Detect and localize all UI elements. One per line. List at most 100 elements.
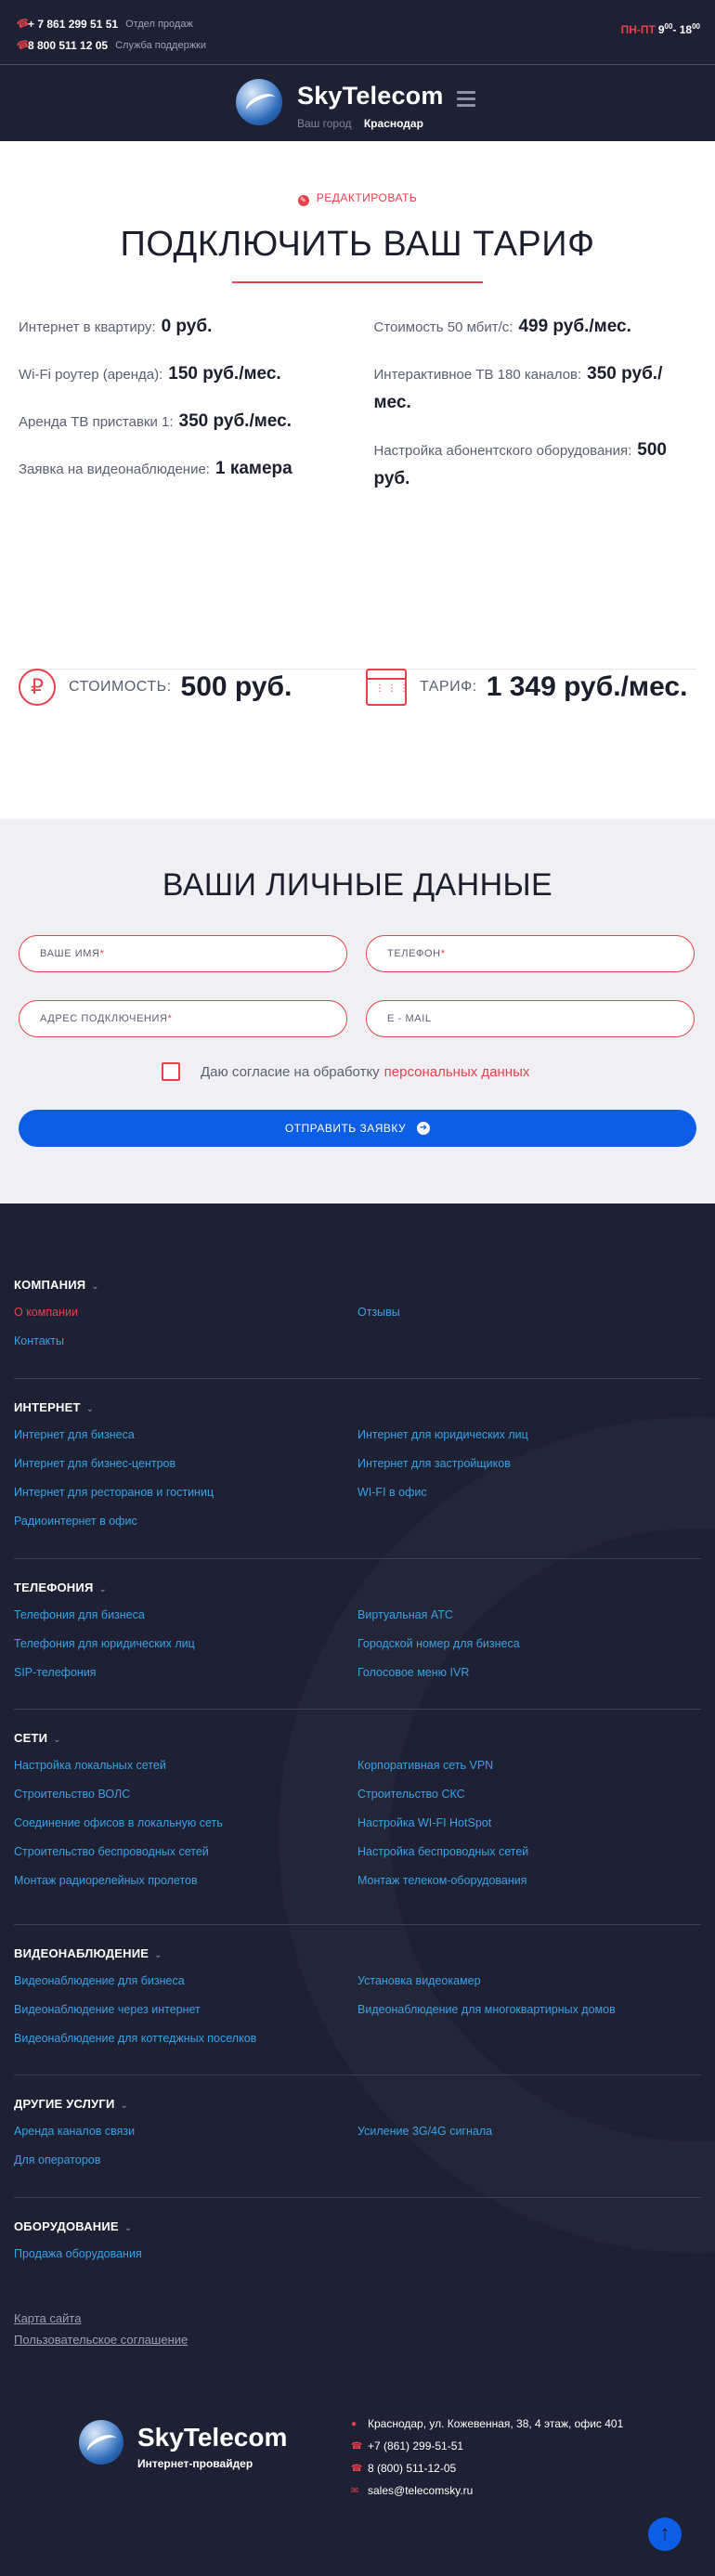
- address-field[interactable]: АДРЕС ПОДКЛЮЧЕНИЯ*: [19, 1000, 347, 1037]
- brand-name[interactable]: SkyTelecom: [297, 82, 444, 111]
- footer-section-title[interactable]: ДРУГИЕ УСЛУГИ ⌄: [14, 2097, 701, 2114]
- phone-support[interactable]: ☎ 8 800 511 12 05 Служба поддержки: [15, 34, 206, 56]
- contact-text[interactable]: +7 (861) 299-51-51: [368, 2439, 463, 2452]
- section-title-text: ВИДЕОНАБЛЮДЕНИЕ: [14, 1946, 150, 1960]
- footer-link[interactable]: Строительство беспроводных сетей: [14, 1845, 358, 1862]
- footer-link[interactable]: SIP-телефония: [14, 1666, 358, 1683]
- footer-section-title[interactable]: ОБОРУДОВАНИЕ ⌄: [14, 2219, 701, 2236]
- city-value[interactable]: Краснодар: [364, 117, 423, 130]
- location-icon: ●: [351, 2418, 358, 2429]
- email-field[interactable]: E - MAIL: [366, 1000, 695, 1037]
- services-list: Интернет в квартиру: 0 руб. Wi-Fi роутер …: [19, 313, 696, 513]
- footer-logo-globe-icon[interactable]: [79, 2420, 124, 2465]
- mail-icon: ✉: [351, 2485, 359, 2496]
- footer-link[interactable]: Телефония для бизнеса: [14, 1608, 358, 1625]
- footer-brand[interactable]: SkyTelecom: [137, 2423, 287, 2452]
- footer-section-title[interactable]: ИНТЕРНЕТ ⌄: [14, 1400, 701, 1417]
- footer-link[interactable]: Настройка беспроводных сетей: [358, 1845, 701, 1862]
- footer-divider: [14, 1378, 701, 1379]
- contact-text[interactable]: sales@telecomsky.ru: [368, 2484, 473, 2497]
- footer-link[interactable]: Усиление 3G/4G сигнала: [358, 2125, 701, 2141]
- agreement-link[interactable]: Пользовательское соглашение: [14, 2333, 701, 2347]
- name-field[interactable]: ВАШЕ ИМЯ*: [19, 935, 347, 972]
- footer-section-title[interactable]: СЕТИ ⌄: [14, 1731, 701, 1748]
- footer-link[interactable]: Контакты: [14, 1334, 358, 1351]
- working-hours: ПН-ПТ 900- 1800: [621, 22, 700, 36]
- hours-sep: - 18: [672, 23, 693, 36]
- phone-sales[interactable]: ☎ + 7 861 299 51 51 Отдел продаж: [15, 13, 206, 34]
- footer-link[interactable]: Для операторов: [14, 2153, 358, 2170]
- submit-button[interactable]: ОТПРАВИТЬ ЗАЯВКУ ➜: [19, 1110, 696, 1147]
- footer-link[interactable]: Интернет для юридических лиц: [358, 1428, 701, 1445]
- footer-link[interactable]: О компании: [14, 1306, 358, 1322]
- service-value: 0 руб.: [161, 317, 213, 336]
- footer-link[interactable]: Городской номер для бизнеса: [358, 1637, 701, 1654]
- footer-link[interactable]: Установка видеокамер: [358, 1974, 701, 1991]
- footer-link[interactable]: Монтаж радиорелейных пролетов: [14, 1874, 358, 1891]
- footer-section: ОБОРУДОВАНИЕ ⌄ Продажа оборудования: [14, 2219, 701, 2264]
- footer-divider: [14, 1558, 701, 1559]
- header: SkyTelecom Ваш город Краснодар: [0, 65, 715, 141]
- footer-link[interactable]: Интернет для бизнеса: [14, 1428, 358, 1445]
- footer-link[interactable]: Настройка локальных сетей: [14, 1759, 358, 1776]
- footer-link[interactable]: Телефония для юридических лиц: [14, 1637, 358, 1654]
- footer-link[interactable]: Отзывы: [358, 1306, 701, 1322]
- footer-link[interactable]: Виртуальная АТС: [358, 1608, 701, 1625]
- footer-link[interactable]: Видеонаблюдение для многоквартирных домо…: [358, 2003, 701, 2020]
- contact-email[interactable]: ✉ sales@telecomsky.ru: [351, 2479, 623, 2502]
- city-selector[interactable]: Ваш город Краснодар: [297, 117, 423, 130]
- menu-burger-icon[interactable]: [457, 91, 475, 111]
- contact-text[interactable]: 8 (800) 511-12-05: [368, 2462, 456, 2475]
- consent-link[interactable]: персональных данных: [384, 1064, 530, 1080]
- phone-number[interactable]: 8 800 511 12 05: [28, 39, 108, 52]
- contact-phone[interactable]: ☎ +7 (861) 299-51-51: [351, 2435, 623, 2457]
- footer-link[interactable]: Видеонаблюдение для коттеджных поселков: [14, 2032, 358, 2049]
- footer-section-title[interactable]: ВИДЕОНАБЛЮДЕНИЕ ⌄: [14, 1946, 701, 1963]
- consent-checkbox[interactable]: [162, 1062, 180, 1081]
- footer-link[interactable]: Интернет для застройщиков: [358, 1457, 701, 1474]
- phone-icon: ☎: [351, 2463, 363, 2474]
- footer-contacts: ● Краснодар, ул. Кожевенная, 38, 4 этаж, …: [351, 2413, 623, 2502]
- edit-link[interactable]: ✎ РЕДАКТИРОВАТЬ: [19, 191, 696, 206]
- phone-field[interactable]: ТЕЛЕФОН*: [366, 935, 695, 972]
- chevron-down-icon: ⌄: [154, 1950, 162, 1960]
- footer-link[interactable]: Видеонаблюдение через интернет: [14, 2003, 358, 2020]
- service-label: Интерактивное ТВ 180 каналов:: [373, 367, 582, 383]
- footer-link[interactable]: Корпоративная сеть VPN: [358, 1759, 701, 1776]
- service-item: Аренда ТВ приставки 1: 350 руб./мес.: [19, 408, 342, 436]
- phone-number[interactable]: + 7 861 299 51 51: [28, 18, 118, 31]
- tariff-section: ✎ РЕДАКТИРОВАТЬ ПОДКЛЮЧИТЬ ВАШ ТАРИФ Инте…: [0, 141, 715, 676]
- footer-link[interactable]: Продажа оборудования: [14, 2247, 358, 2264]
- footer-section-title[interactable]: КОМПАНИЯ ⌄: [14, 1278, 701, 1295]
- footer-link[interactable]: Настройка WI-FI HotSpot: [358, 1816, 701, 1833]
- service-value: 499 руб./мес.: [518, 317, 631, 336]
- contact-phone[interactable]: ☎ 8 (800) 511-12-05: [351, 2457, 623, 2479]
- field-label: АДРЕС ПОДКЛЮЧЕНИЯ: [40, 1013, 168, 1024]
- footer-link[interactable]: Интернет для ресторанов и гостиниц: [14, 1486, 358, 1503]
- service-label: Wi-Fi роутер (аренда):: [19, 367, 163, 383]
- footer-link[interactable]: Голосовое меню IVR: [358, 1666, 701, 1683]
- footer-link[interactable]: WI-FI в офис: [358, 1486, 701, 1503]
- footer-link[interactable]: Соединение офисов в локальную сеть: [14, 1816, 358, 1833]
- footer-link[interactable]: Радиоинтернет в офис: [14, 1515, 358, 1531]
- service-value: 150 руб./мес.: [168, 364, 281, 384]
- service-label: Настройка абонентского оборудования:: [373, 443, 632, 459]
- footer-link[interactable]: Видеонаблюдение для бизнеса: [14, 1974, 358, 1991]
- chevron-down-icon: ⌄: [53, 1735, 61, 1745]
- service-label: Интернет в квартиру:: [19, 319, 156, 335]
- footer-link[interactable]: Монтаж телеком-оборудования: [358, 1874, 701, 1891]
- footer-link[interactable]: Строительство СКС: [358, 1788, 701, 1804]
- footer-link[interactable]: Интернет для бизнес-центров: [14, 1457, 358, 1474]
- footer-section: СЕТИ ⌄ Настройка локальных сетей Корпоратив…: [14, 1731, 701, 1891]
- footer-link[interactable]: Аренда каналов связи: [14, 2125, 358, 2141]
- footer-section-title[interactable]: ТЕЛЕФОНИЯ ⌄: [14, 1581, 701, 1597]
- logo-globe-icon[interactable]: [236, 79, 282, 125]
- chevron-down-icon: ⌄: [91, 1281, 99, 1292]
- sitemap-link[interactable]: Карта сайта: [14, 2311, 701, 2325]
- section-title-text: СЕТИ: [14, 1731, 48, 1745]
- scroll-up-button[interactable]: ↑: [648, 2517, 682, 2551]
- chevron-down-icon: ⌄: [98, 1584, 108, 1594]
- footer-link[interactable]: Строительство ВОЛС: [14, 1788, 358, 1804]
- contact-text: Краснодар, ул. Кожевенная, 38, 4 этаж, о…: [368, 2417, 624, 2430]
- edit-label[interactable]: РЕДАКТИРОВАТЬ: [317, 191, 418, 204]
